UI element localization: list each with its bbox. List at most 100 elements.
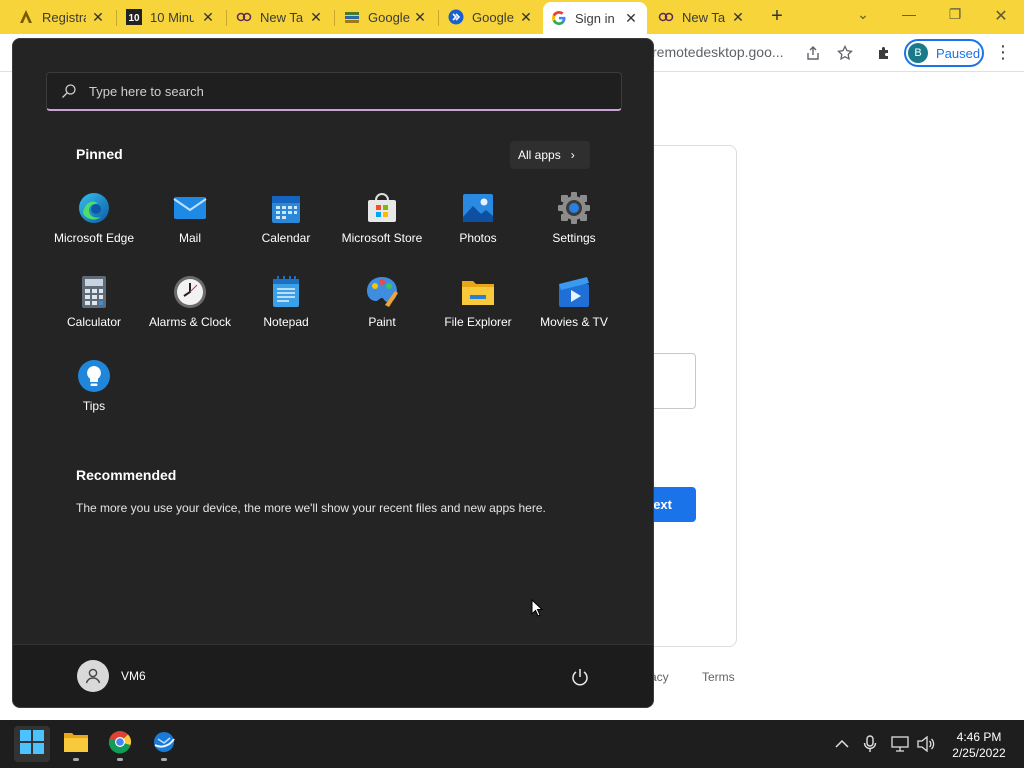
bookmark-star-icon[interactable]	[835, 43, 855, 63]
calendar-icon	[269, 191, 303, 225]
tab-search-chevron-icon[interactable]: ⌄	[848, 6, 878, 23]
remote-desktop-icon	[152, 730, 176, 759]
all-apps-button[interactable]: All apps ›	[510, 141, 590, 169]
pinned-app-calendar[interactable]: Calendar	[238, 179, 334, 263]
pinned-app-alarms-clock[interactable]: Alarms & Clock	[142, 263, 238, 347]
tab-title: Google	[472, 9, 514, 25]
close-icon[interactable]: ✕	[518, 9, 534, 26]
network-icon[interactable]	[890, 734, 910, 754]
app-label: Mail	[178, 231, 201, 245]
windows-logo-icon	[20, 729, 44, 759]
tab-title: Sign in	[575, 10, 615, 26]
terms-link[interactable]: Terms	[702, 670, 735, 684]
pinned-app-movies-tv[interactable]: Movies & TV	[526, 263, 622, 347]
tab-new-tab-1[interactable]: New Tab ✕	[228, 4, 332, 30]
search-icon	[61, 83, 77, 99]
tab-divider	[334, 10, 335, 26]
pinned-apps-grid: Microsoft Edge Mail Calendar Microsoft S…	[46, 179, 622, 431]
close-icon[interactable]: ✕	[308, 9, 324, 26]
tab-divider	[226, 10, 227, 26]
movies-icon	[557, 275, 591, 309]
running-indicator	[73, 758, 79, 761]
more-menu-icon[interactable]: ⋮	[994, 42, 1012, 64]
tab-new-tab-2[interactable]: New Tab ✕	[650, 4, 754, 30]
close-icon[interactable]: ✕	[200, 9, 216, 26]
mouse-pointer-icon	[531, 598, 544, 622]
pinned-app-paint[interactable]: Paint	[334, 263, 430, 347]
taskbar-clock[interactable]: 4:46 PM 2/25/2022	[944, 729, 1014, 761]
profile-avatar: B	[908, 43, 928, 63]
running-indicator	[161, 758, 167, 761]
close-icon[interactable]: ✕	[623, 10, 639, 27]
acrobat-icon	[18, 9, 34, 25]
microphone-icon[interactable]	[860, 734, 880, 754]
all-apps-label: All apps	[518, 148, 561, 162]
search-input[interactable]	[89, 83, 569, 99]
tab-title: Registra	[42, 9, 86, 25]
mail-icon	[173, 191, 207, 225]
tab-title: Google	[368, 9, 410, 25]
extensions-puzzle-icon[interactable]	[874, 43, 894, 63]
extension-face-icon	[236, 9, 252, 25]
profile-button[interactable]: B Paused	[904, 39, 984, 67]
close-window-button[interactable]: ✕	[986, 6, 1016, 26]
volume-icon[interactable]	[916, 734, 936, 754]
app-label: Photos	[459, 231, 497, 245]
user-account-button[interactable]: VM6	[77, 660, 146, 692]
tab-remote-desktop[interactable]: Google ✕	[440, 4, 542, 30]
folder-icon	[63, 731, 89, 758]
user-avatar-icon	[77, 660, 109, 692]
start-menu: Pinned All apps › Microsoft Edge Mail Ca…	[12, 38, 654, 708]
minimize-button[interactable]: —	[894, 6, 924, 22]
new-tab-button[interactable]: +	[766, 6, 788, 28]
show-hidden-icons-chevron-icon[interactable]	[832, 734, 852, 754]
restore-button[interactable]: ❐	[940, 6, 970, 23]
pinned-app-microsoft-store[interactable]: Microsoft Store	[334, 179, 430, 263]
pinned-app-mail[interactable]: Mail	[142, 179, 238, 263]
taskbar-remote-app[interactable]	[146, 726, 182, 762]
tab-10-minute[interactable]: 10 10 Minu ✕	[118, 4, 224, 30]
app-label: Notepad	[263, 315, 309, 329]
close-icon[interactable]: ✕	[730, 9, 746, 26]
folder-icon	[461, 275, 495, 309]
start-menu-footer: VM6	[13, 644, 653, 707]
tab-google-drive[interactable]: Google ✕	[336, 4, 436, 30]
pinned-app-calculator[interactable]: Calculator	[46, 263, 142, 347]
tab-sign-in[interactable]: Sign in ✕	[543, 2, 647, 34]
clock-date: 2/25/2022	[952, 746, 1006, 760]
running-indicator	[117, 758, 123, 761]
close-icon[interactable]: ✕	[90, 9, 106, 26]
app-label: Alarms & Clock	[148, 315, 231, 329]
start-button[interactable]	[14, 726, 50, 762]
clock-icon	[173, 275, 207, 309]
taskbar-file-explorer[interactable]	[58, 726, 94, 762]
app-label: Settings	[552, 231, 596, 245]
address-bar-url[interactable]: remotedesktop.goo...	[652, 44, 784, 60]
app-label: Paint	[368, 315, 396, 329]
pinned-app-tips[interactable]: Tips	[46, 347, 142, 431]
tab-title: New Tab	[682, 9, 726, 25]
app-label: Microsoft Store	[341, 231, 423, 245]
profile-status: Paused	[936, 45, 981, 61]
app-label: Calendar	[261, 231, 311, 245]
paint-palette-icon	[365, 275, 399, 309]
chevron-right-icon: ›	[570, 148, 575, 162]
recommended-empty-message: The more you use your device, the more w…	[76, 501, 546, 515]
pinned-app-photos[interactable]: Photos	[430, 179, 526, 263]
tab-registration[interactable]: Registra ✕	[10, 4, 114, 30]
pinned-app-settings[interactable]: Settings	[526, 179, 622, 263]
pinned-app-file-explorer[interactable]: File Explorer	[430, 263, 526, 347]
pinned-app-notepad[interactable]: Notepad	[238, 263, 334, 347]
store-icon	[365, 191, 399, 225]
tab-divider	[116, 10, 117, 26]
share-icon[interactable]	[803, 43, 823, 63]
app-label: Calculator	[66, 315, 122, 329]
pinned-app-microsoft-edge[interactable]: Microsoft Edge	[46, 179, 142, 263]
app-label: Movies & TV	[540, 315, 608, 329]
next-button-label: ext	[653, 497, 672, 512]
taskbar-chrome[interactable]	[102, 726, 138, 762]
power-icon[interactable]	[570, 667, 590, 687]
start-search-box[interactable]	[46, 72, 622, 111]
taskbar: 4:46 PM 2/25/2022	[0, 720, 1024, 768]
close-icon[interactable]: ✕	[412, 9, 428, 26]
